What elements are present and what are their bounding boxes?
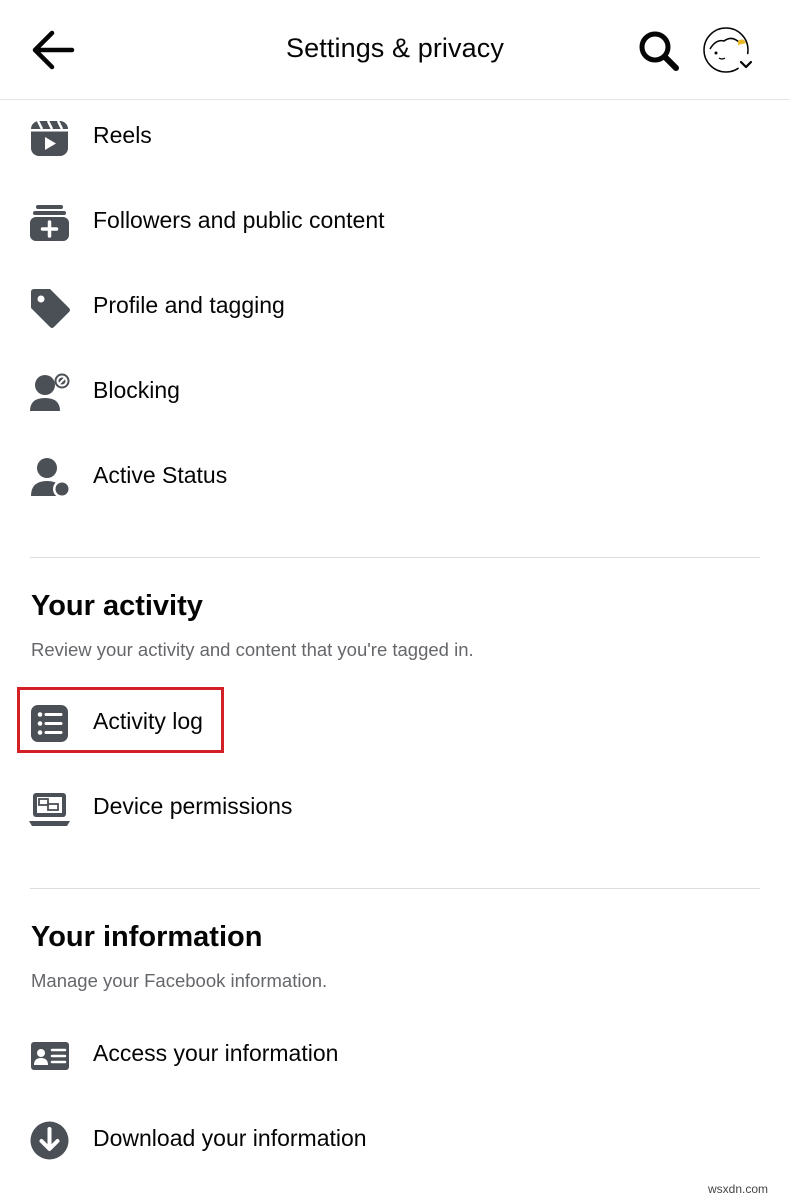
search-button[interactable] bbox=[636, 28, 682, 74]
followers-icon bbox=[30, 205, 69, 241]
watermark: wsxdn.com bbox=[708, 1182, 769, 1196]
menu-item-label: Reels bbox=[93, 122, 152, 148]
menu-item-active-status[interactable]: Active Status bbox=[0, 442, 790, 512]
id-card-icon bbox=[31, 1042, 69, 1070]
menu-item-download-information[interactable]: Download your information bbox=[0, 1105, 790, 1175]
menu-item-blocking[interactable]: Blocking bbox=[0, 357, 790, 427]
avatar bbox=[703, 27, 755, 73]
menu-item-label: Device permissions bbox=[93, 793, 293, 819]
laptop-icon bbox=[29, 793, 70, 826]
menu-item-device-permissions[interactable]: Device permissions bbox=[0, 773, 790, 843]
menu-item-label: Download your information bbox=[93, 1125, 367, 1151]
menu-item-profile-tagging[interactable]: Profile and tagging bbox=[0, 272, 790, 342]
search-icon bbox=[639, 31, 679, 71]
active-status-icon bbox=[31, 458, 71, 498]
arrow-left-icon bbox=[32, 30, 75, 70]
blocking-icon bbox=[30, 373, 70, 411]
menu-item-label: Profile and tagging bbox=[93, 292, 285, 318]
download-icon bbox=[30, 1121, 69, 1160]
section-title-your-information: Your information bbox=[31, 921, 263, 953]
menu-item-label: Followers and public content bbox=[93, 207, 385, 233]
menu-item-activity-log[interactable]: Activity log bbox=[0, 688, 790, 758]
section-divider bbox=[30, 557, 760, 558]
menu-item-access-information[interactable]: Access your information bbox=[0, 1020, 790, 1090]
section-subtitle-your-activity: Review your activity and content that yo… bbox=[31, 639, 474, 660]
back-button[interactable] bbox=[28, 28, 78, 72]
menu-item-label: Active Status bbox=[93, 462, 228, 488]
menu-item-label: Access your information bbox=[93, 1040, 339, 1066]
section-title-your-activity: Your activity bbox=[31, 590, 203, 622]
reels-icon bbox=[31, 120, 68, 156]
section-divider bbox=[30, 888, 760, 889]
menu-item-label: Blocking bbox=[93, 377, 180, 403]
top-bar: Settings & privacy bbox=[0, 0, 790, 100]
menu-item-followers[interactable]: Followers and public content bbox=[0, 187, 790, 257]
tag-icon bbox=[31, 289, 70, 328]
list-icon bbox=[31, 705, 68, 742]
menu-item-label: Activity log bbox=[93, 708, 203, 734]
menu-item-reels[interactable]: Reels bbox=[0, 102, 790, 172]
section-subtitle-your-information: Manage your Facebook information. bbox=[31, 970, 328, 991]
profile-avatar-button[interactable] bbox=[702, 25, 756, 79]
